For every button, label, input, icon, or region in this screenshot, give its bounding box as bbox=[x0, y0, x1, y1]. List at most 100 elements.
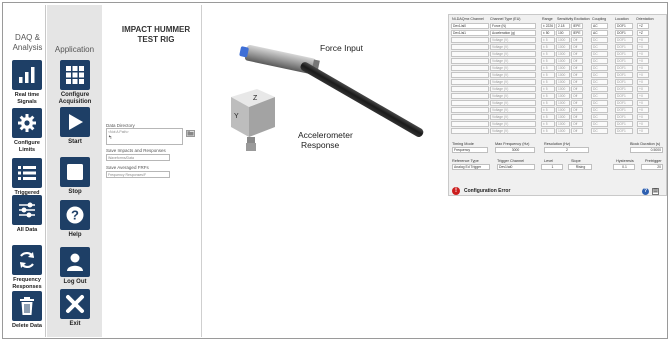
table-cell-range[interactable]: ± 50 bbox=[541, 30, 555, 36]
table-cell-coupling[interactable]: DC bbox=[591, 100, 608, 106]
table-cell-type[interactable]: Voltage (V) bbox=[490, 79, 536, 85]
table-cell-orient[interactable]: +X bbox=[637, 107, 649, 113]
table-cell-type[interactable]: Voltage (V) bbox=[490, 37, 536, 43]
table-cell-orient[interactable]: +X bbox=[637, 65, 649, 71]
table-cell-channel[interactable] bbox=[451, 65, 489, 71]
table-cell-channel[interactable] bbox=[451, 93, 489, 99]
table-cell-range[interactable]: ± 2226 bbox=[541, 23, 555, 29]
table-cell-range[interactable]: ± 5 bbox=[541, 72, 555, 78]
table-cell-exc[interactable]: Off bbox=[571, 107, 583, 113]
table-cell-range[interactable]: ± 5 bbox=[541, 65, 555, 71]
table-cell-range[interactable]: ± 5 bbox=[541, 86, 555, 92]
table-cell-sens[interactable]: 1000 bbox=[556, 37, 570, 43]
table-cell-coupling[interactable]: DC bbox=[591, 86, 608, 92]
table-cell-type[interactable]: Voltage (V) bbox=[490, 44, 536, 50]
table-cell-channel[interactable] bbox=[451, 128, 489, 134]
exit-button[interactable]: Exit bbox=[58, 289, 92, 328]
table-cell-exc[interactable]: Off bbox=[571, 44, 583, 50]
table-cell-type[interactable]: Voltage (V) bbox=[490, 93, 536, 99]
table-cell-channel[interactable] bbox=[451, 44, 489, 50]
table-cell-loc[interactable]: DOF1 bbox=[615, 44, 633, 50]
table-cell-exc[interactable]: IEPE bbox=[571, 23, 583, 29]
table-cell-type[interactable]: Acceleration (g) bbox=[490, 30, 536, 36]
table-cell-range[interactable]: ± 5 bbox=[541, 37, 555, 43]
browse-folder-button[interactable] bbox=[186, 130, 195, 137]
table-cell-loc[interactable]: DOF1 bbox=[615, 37, 633, 43]
table-cell-coupling[interactable]: AC bbox=[591, 23, 608, 29]
table-cell-exc[interactable]: Off bbox=[571, 114, 583, 120]
table-cell-sens[interactable]: 1000 bbox=[556, 107, 570, 113]
stop-button[interactable]: Stop bbox=[58, 157, 92, 196]
table-cell-orient[interactable]: +Z bbox=[637, 23, 649, 29]
table-cell-orient[interactable]: +X bbox=[637, 100, 649, 106]
level-input[interactable]: 1 bbox=[541, 164, 563, 170]
table-cell-loc[interactable]: DOF1 bbox=[615, 58, 633, 64]
table-cell-exc[interactable]: Off bbox=[571, 65, 583, 71]
table-cell-range[interactable]: ± 5 bbox=[541, 100, 555, 106]
table-cell-type[interactable]: Voltage (V) bbox=[490, 100, 536, 106]
table-cell-loc[interactable]: DOF1 bbox=[615, 30, 633, 36]
table-cell-orient[interactable]: +X bbox=[637, 37, 649, 43]
table-cell-channel[interactable] bbox=[451, 72, 489, 78]
table-cell-channel[interactable] bbox=[451, 79, 489, 85]
table-cell-sens[interactable]: 2.18 bbox=[556, 23, 570, 29]
table-cell-coupling[interactable]: AC bbox=[591, 30, 608, 36]
data-directory-field[interactable]: <Not A Path> ↰ bbox=[106, 128, 183, 145]
table-cell-range[interactable]: ± 5 bbox=[541, 121, 555, 127]
table-cell-coupling[interactable]: DC bbox=[591, 44, 608, 50]
help-button[interactable]: ? Help bbox=[58, 200, 92, 239]
table-cell-range[interactable]: ± 5 bbox=[541, 44, 555, 50]
table-cell-sens[interactable]: 1000 bbox=[556, 79, 570, 85]
table-cell-channel[interactable] bbox=[451, 37, 489, 43]
configure-acquisition-button[interactable]: Configure Acquisition bbox=[58, 60, 92, 106]
nav-real-time-signals[interactable]: Real time Signals bbox=[9, 60, 45, 105]
table-cell-sens[interactable]: 1000 bbox=[556, 114, 570, 120]
save-config-icon[interactable]: ▤ bbox=[652, 188, 659, 195]
table-cell-channel[interactable]: Dev1/ai1 bbox=[451, 30, 489, 36]
max-frequency-input[interactable]: 3000 bbox=[495, 147, 535, 153]
table-cell-channel[interactable] bbox=[451, 51, 489, 57]
table-cell-loc[interactable]: DOF1 bbox=[615, 23, 633, 29]
table-cell-orient[interactable]: +Z bbox=[637, 30, 649, 36]
table-cell-loc[interactable]: DOF1 bbox=[615, 65, 633, 71]
table-cell-type[interactable]: Voltage (V) bbox=[490, 65, 536, 71]
trigger-channel-select[interactable]: Dev1/ai0 bbox=[497, 164, 535, 170]
table-cell-coupling[interactable]: DC bbox=[591, 114, 608, 120]
pretrigger-input[interactable]: 20 bbox=[641, 164, 663, 170]
nav-delete-data[interactable]: Delete Data bbox=[9, 291, 45, 330]
help-icon[interactable]: ? bbox=[642, 188, 649, 195]
table-cell-orient[interactable]: +X bbox=[637, 79, 649, 85]
table-cell-sens[interactable]: 1000 bbox=[556, 100, 570, 106]
table-cell-type[interactable]: Voltage (V) bbox=[490, 72, 536, 78]
table-cell-coupling[interactable]: DC bbox=[591, 51, 608, 57]
table-cell-loc[interactable]: DOF1 bbox=[615, 51, 633, 57]
table-cell-exc[interactable]: Off bbox=[571, 72, 583, 78]
table-cell-coupling[interactable]: DC bbox=[591, 65, 608, 71]
table-cell-coupling[interactable]: DC bbox=[591, 128, 608, 134]
table-cell-coupling[interactable]: DC bbox=[591, 72, 608, 78]
table-cell-orient[interactable]: +X bbox=[637, 121, 649, 127]
table-cell-channel[interactable] bbox=[451, 121, 489, 127]
log-out-button[interactable]: Log Out bbox=[58, 247, 92, 286]
table-cell-channel[interactable]: Dev1/ai0 bbox=[451, 23, 489, 29]
table-cell-type[interactable]: Voltage (V) bbox=[490, 128, 536, 134]
table-cell-type[interactable]: Force (N) bbox=[490, 23, 536, 29]
timing-mode-select[interactable]: Frequency bbox=[452, 147, 488, 153]
hysteresis-input[interactable]: 0.1 bbox=[613, 164, 635, 170]
table-cell-exc[interactable]: Off bbox=[571, 79, 583, 85]
table-cell-loc[interactable]: DOF1 bbox=[615, 121, 633, 127]
table-cell-sens[interactable]: 1000 bbox=[556, 65, 570, 71]
table-cell-loc[interactable]: DOF1 bbox=[615, 93, 633, 99]
table-cell-type[interactable]: Voltage (V) bbox=[490, 121, 536, 127]
table-cell-orient[interactable]: +X bbox=[637, 128, 649, 134]
table-cell-exc[interactable]: Off bbox=[571, 51, 583, 57]
table-cell-loc[interactable]: DOF1 bbox=[615, 128, 633, 134]
reference-type-select[interactable]: Analog Ed Trigger bbox=[452, 164, 490, 170]
table-cell-coupling[interactable]: DC bbox=[591, 58, 608, 64]
table-cell-type[interactable]: Voltage (V) bbox=[490, 114, 536, 120]
table-cell-orient[interactable]: +X bbox=[637, 93, 649, 99]
table-cell-type[interactable]: Voltage (V) bbox=[490, 51, 536, 57]
table-cell-range[interactable]: ± 5 bbox=[541, 51, 555, 57]
table-cell-loc[interactable]: DOF1 bbox=[615, 114, 633, 120]
table-cell-exc[interactable]: Off bbox=[571, 100, 583, 106]
